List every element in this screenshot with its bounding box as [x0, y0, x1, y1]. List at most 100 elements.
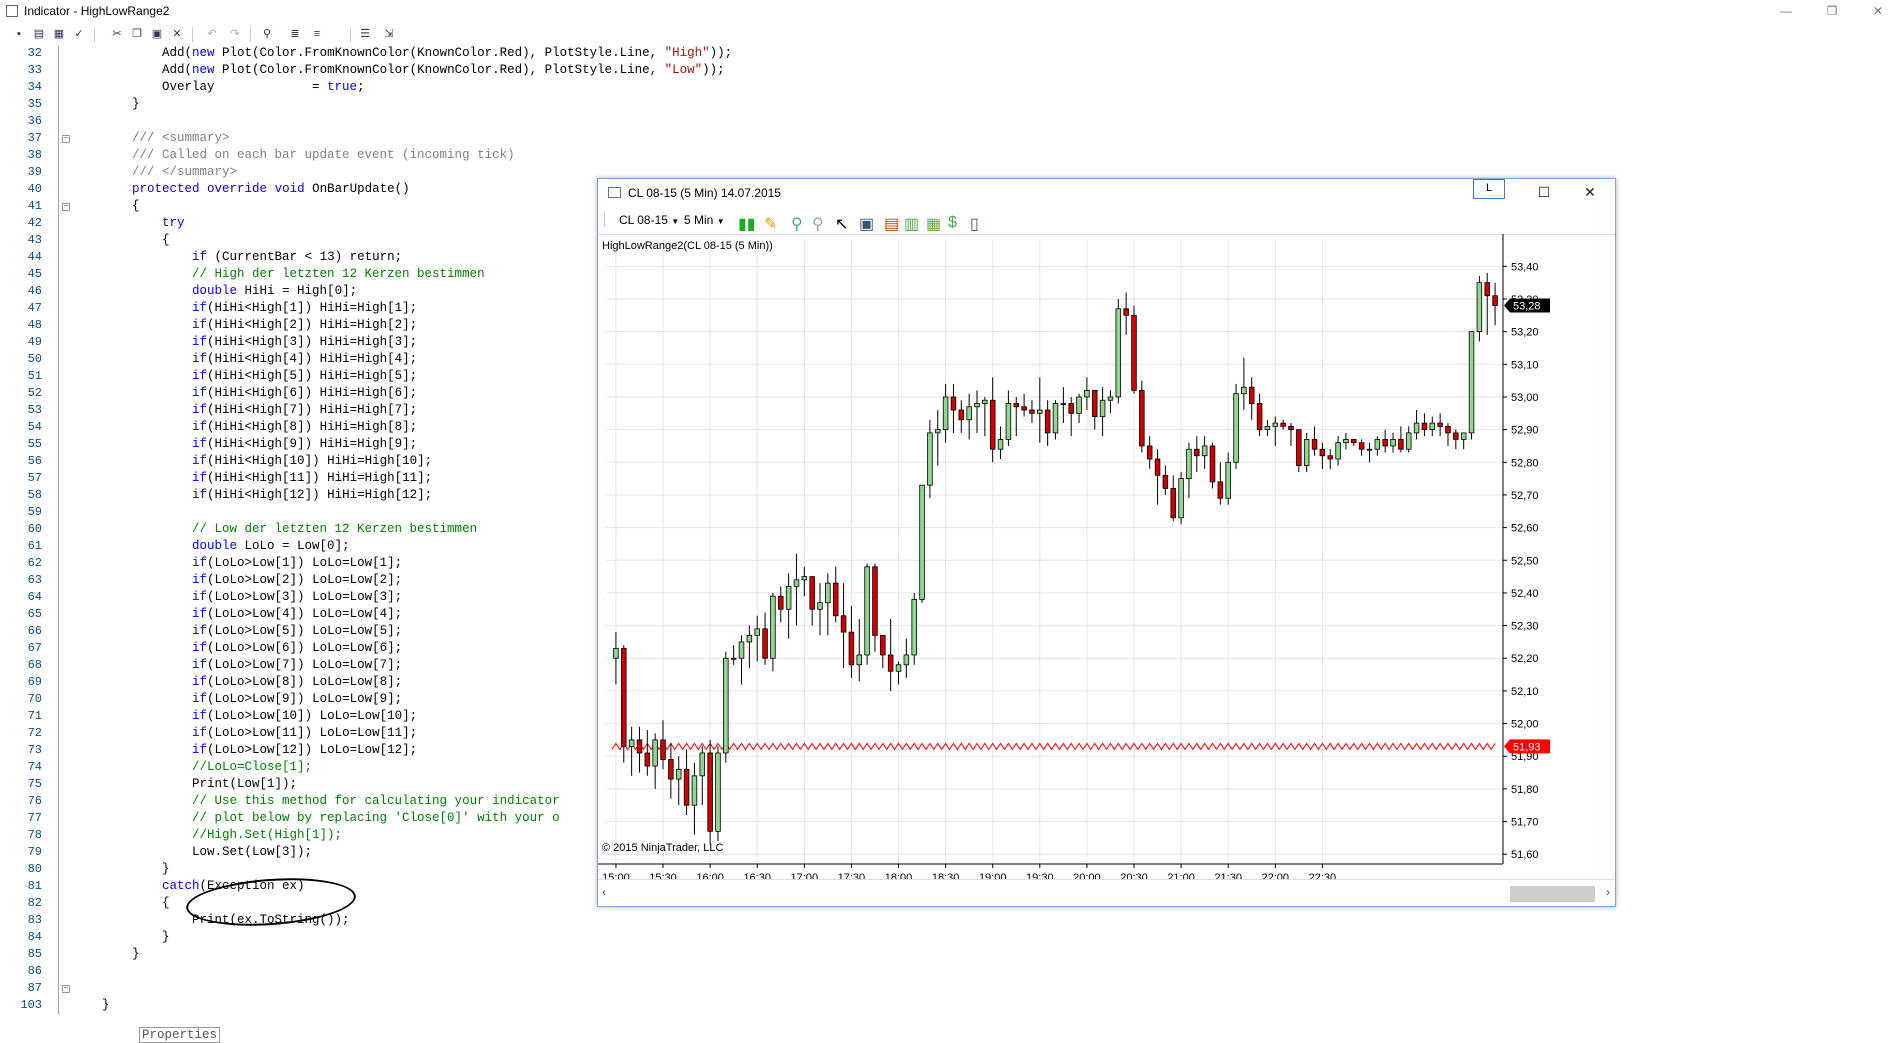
paste-icon[interactable]: ▣: [150, 27, 164, 41]
chart-style-icon[interactable]: ▮▮: [738, 214, 756, 233]
code-line[interactable]: if(HiHi<High[3]) HiHi=High[3];: [72, 335, 417, 352]
chart-window[interactable]: CL 08-15 (5 Min) 14.07.2015 L ☐ ✕ CL 08-…: [597, 178, 1616, 907]
indent-icon[interactable]: ≡: [310, 27, 324, 41]
fold-toggle-icon[interactable]: −: [62, 203, 70, 211]
code-line[interactable]: Print(Low[1]);: [72, 777, 297, 794]
candlestick-chart[interactable]: 53,4053,3053,2053,1053,0052,9052,8052,70…: [598, 234, 1615, 879]
code-line[interactable]: try: [72, 216, 185, 233]
line-number: 68: [0, 658, 58, 675]
pointer-icon[interactable]: ↖: [835, 214, 849, 233]
code-line[interactable]: {: [72, 199, 140, 216]
code-line[interactable]: if(LoLo>Low[2]) LoLo=Low[2];: [72, 573, 402, 590]
code-line[interactable]: if(HiHi<High[12]) HiHi=High[12];: [72, 488, 432, 505]
code-line[interactable]: /// <summary>: [72, 131, 230, 148]
cut-icon[interactable]: ✂: [110, 27, 124, 41]
data-box-icon[interactable]: ▣: [859, 214, 874, 233]
instrument-selector[interactable]: CL 08-15 ▼: [619, 213, 679, 227]
strategies-icon[interactable]: ▥: [904, 214, 919, 233]
code-line[interactable]: }: [72, 947, 140, 964]
copy-icon[interactable]: ❐: [130, 27, 144, 41]
code-line[interactable]: if(HiHi<High[4]) HiHi=High[4];: [72, 352, 417, 369]
code-line[interactable]: if(HiHi<High[2]) HiHi=High[2];: [72, 318, 417, 335]
code-line[interactable]: if(LoLo>Low[6]) LoLo=Low[6];: [72, 641, 402, 658]
window-icon[interactable]: ▯: [970, 214, 984, 233]
code-line[interactable]: //LoLo=Close[1];: [72, 760, 312, 777]
indicators-icon[interactable]: ▤: [884, 214, 899, 233]
code-line[interactable]: if(HiHi<High[1]) HiHi=High[1];: [72, 301, 417, 318]
code-line[interactable]: if(HiHi<High[10]) HiHi=High[10];: [72, 454, 432, 471]
compile-icon[interactable]: ✓: [72, 27, 86, 41]
code-line[interactable]: if(LoLo>Low[10]) LoLo=Low[10];: [72, 709, 417, 726]
chart-properties-icon[interactable]: ▦: [926, 214, 941, 233]
code-line[interactable]: Add(new Plot(Color.FromKnownColor(KnownC…: [72, 46, 732, 63]
save-icon[interactable]: ▪: [12, 27, 26, 41]
candle-body: [1492, 295, 1498, 306]
scroll-right-icon[interactable]: ›: [1606, 885, 1610, 899]
close-button[interactable]: ✕: [1855, 0, 1901, 23]
properties-region[interactable]: Properties: [139, 1027, 221, 1043]
code-line[interactable]: /// Called on each bar update event (inc…: [72, 148, 515, 165]
code-line[interactable]: double LoLo = Low[0];: [72, 539, 350, 556]
undo-icon[interactable]: ↶: [205, 27, 219, 41]
uncomment-icon[interactable]: ⇲: [382, 27, 396, 41]
find-icon[interactable]: ⚲: [260, 27, 274, 41]
code-line[interactable]: {: [72, 896, 170, 913]
fold-toggle-icon[interactable]: −: [62, 985, 70, 993]
code-line[interactable]: // High der letzten 12 Kerzen bestimmen: [72, 267, 485, 284]
code-line[interactable]: if(LoLo>Low[7]) LoLo=Low[7];: [72, 658, 402, 675]
delete-icon[interactable]: ✕: [170, 27, 184, 41]
zoom-out-icon[interactable]: ⚲: [812, 214, 826, 233]
code-line[interactable]: if(HiHi<High[8]) HiHi=High[8];: [72, 420, 417, 437]
outdent-icon[interactable]: ≣: [288, 27, 302, 41]
print-preview-icon[interactable]: ▦: [52, 27, 66, 41]
code-line[interactable]: }: [72, 998, 110, 1015]
chart-maximize-button[interactable]: ☐: [1521, 179, 1567, 206]
drawing-tool-icon[interactable]: ✎: [764, 214, 778, 233]
code-line[interactable]: if(LoLo>Low[11]) LoLo=Low[11];: [72, 726, 417, 743]
code-line[interactable]: if(LoLo>Low[3]) LoLo=Low[3];: [72, 590, 402, 607]
code-line[interactable]: if(HiHi<High[6]) HiHi=High[6];: [72, 386, 417, 403]
restore-button[interactable]: ❐: [1809, 0, 1855, 23]
zoom-in-icon[interactable]: ⚲: [791, 214, 805, 233]
code-line[interactable]: Overlay = true;: [72, 80, 365, 97]
link-badge[interactable]: L: [1473, 179, 1505, 199]
code-line[interactable]: if(HiHi<High[5]) HiHi=High[5];: [72, 369, 417, 386]
chart-close-button[interactable]: ✕: [1567, 179, 1613, 206]
code-line[interactable]: if(HiHi<High[11]) HiHi=High[11];: [72, 471, 432, 488]
code-line[interactable]: if(LoLo>Low[8]) LoLo=Low[8];: [72, 675, 402, 692]
code-line[interactable]: {: [72, 233, 170, 250]
code-line[interactable]: if(LoLo>Low[4]) LoLo=Low[4];: [72, 607, 402, 624]
line-number: 58: [0, 488, 58, 505]
code-line[interactable]: Low.Set(Low[3]);: [72, 845, 312, 862]
code-line[interactable]: Add(new Plot(Color.FromKnownColor(KnownC…: [72, 63, 725, 80]
redo-icon[interactable]: ↷: [228, 27, 242, 41]
scroll-thumb[interactable]: [1510, 886, 1595, 902]
line-number-text: 43: [27, 233, 42, 247]
fold-toggle-icon[interactable]: −: [62, 135, 70, 143]
code-line[interactable]: if(LoLo>Low[9]) LoLo=Low[9];: [72, 692, 402, 709]
code-line[interactable]: if (CurrentBar < 13) return;: [72, 250, 402, 267]
code-line[interactable]: /// </summary>: [72, 165, 237, 182]
interval-selector[interactable]: 5 Min ▼: [684, 213, 725, 227]
code-line[interactable]: }: [72, 930, 170, 947]
code-line[interactable]: // Low der letzten 12 Kerzen bestimmen: [72, 522, 477, 539]
comment-icon[interactable]: ☰: [358, 27, 372, 41]
code-line[interactable]: if(HiHi<High[9]) HiHi=High[9];: [72, 437, 417, 454]
minimize-button[interactable]: —: [1763, 0, 1809, 23]
code-line[interactable]: if(HiHi<High[7]) HiHi=High[7];: [72, 403, 417, 420]
horizontal-scrollbar[interactable]: ‹ ›: [598, 879, 1615, 906]
code-line[interactable]: }: [72, 97, 140, 114]
code-line[interactable]: // Use this method for calculating your …: [72, 794, 560, 811]
scroll-left-icon[interactable]: ‹: [602, 885, 606, 899]
code-line[interactable]: double HiHi = High[0];: [72, 284, 357, 301]
code-line[interactable]: // plot below by replacing 'Close[0]' wi…: [72, 811, 560, 828]
y-tick-label: 51,70: [1511, 817, 1539, 829]
code-line[interactable]: protected override void OnBarUpdate(): [72, 182, 410, 199]
dollar-icon[interactable]: $: [948, 214, 962, 231]
code-line[interactable]: if(LoLo>Low[5]) LoLo=Low[5];: [72, 624, 402, 641]
print-icon[interactable]: ▤: [32, 27, 46, 41]
code-line[interactable]: if(LoLo>Low[12]) LoLo=Low[12];: [72, 743, 417, 760]
code-line[interactable]: }: [72, 862, 170, 879]
code-line[interactable]: //High.Set(High[1]);: [72, 828, 342, 845]
code-line[interactable]: if(LoLo>Low[1]) LoLo=Low[1];: [72, 556, 402, 573]
